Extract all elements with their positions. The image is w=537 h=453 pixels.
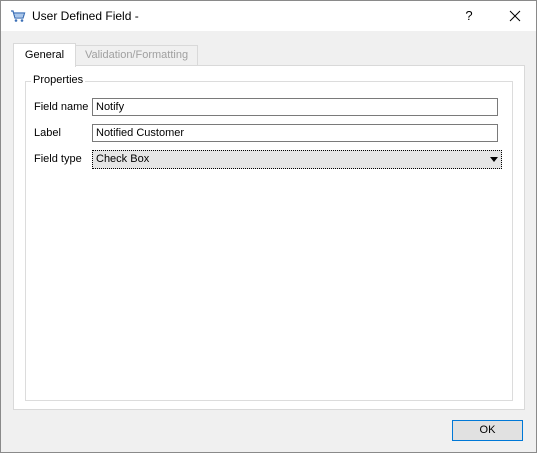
field-name-input[interactable]: Notify (92, 98, 498, 116)
close-button[interactable] (501, 5, 529, 27)
properties-group-title: Properties (31, 74, 86, 86)
tab-panel-general: Properties Field name Notify Label Notif… (13, 65, 525, 410)
title-bar: User Defined Field - ? (1, 1, 536, 31)
label-label: Label (34, 127, 61, 139)
ok-button[interactable]: OK (452, 420, 523, 441)
window-title: User Defined Field - (32, 9, 139, 23)
field-name-label: Field name (34, 101, 89, 113)
dialog-window: User Defined Field - ? Validation/Format… (0, 0, 537, 453)
close-icon (509, 10, 521, 22)
chevron-down-icon[interactable] (490, 157, 498, 162)
field-type-label: Field type (34, 153, 82, 165)
label-input[interactable]: Notified Customer (92, 124, 498, 142)
tab-general[interactable]: General (13, 43, 76, 67)
field-type-select[interactable]: Check Box (92, 150, 502, 169)
tab-validation-formatting[interactable]: Validation/Formatting (75, 45, 198, 65)
help-button[interactable]: ? (457, 5, 481, 27)
cart-icon (10, 8, 26, 24)
properties-group: Properties Field name Notify Label Notif… (25, 74, 513, 401)
field-type-value: Check Box (96, 153, 150, 165)
